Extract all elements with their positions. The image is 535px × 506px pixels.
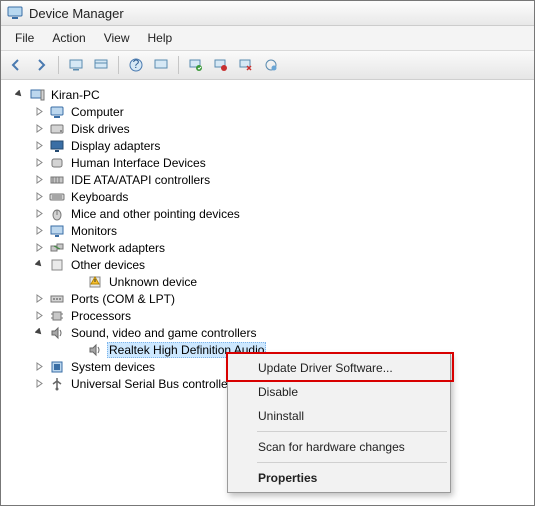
warn-icon — [87, 274, 103, 290]
tree-category[interactable]: Processors — [5, 307, 530, 324]
tree-category[interactable]: Human Interface Devices — [5, 154, 530, 171]
tree-category[interactable]: Mice and other pointing devices — [5, 205, 530, 222]
tree-category[interactable]: Sound, video and game controllers — [5, 324, 530, 341]
tree-category[interactable]: Monitors — [5, 222, 530, 239]
tree-category[interactable]: Ports (COM & LPT) — [5, 290, 530, 307]
collapse-icon[interactable] — [33, 327, 45, 339]
menu-action[interactable]: Action — [44, 28, 93, 48]
tree-category-label: Ports (COM & LPT) — [69, 292, 177, 306]
tree-category[interactable]: Display adapters — [5, 137, 530, 154]
tree-category-label: Processors — [69, 309, 133, 323]
toolbar-separator — [58, 56, 59, 74]
expand-icon[interactable] — [33, 242, 45, 254]
other-icon — [49, 257, 65, 273]
collapse-icon[interactable] — [33, 259, 45, 271]
tree-category[interactable]: Other devices — [5, 256, 530, 273]
tree-category-label: IDE ATA/ATAPI controllers — [69, 173, 212, 187]
menu-separator — [257, 462, 447, 463]
sound-icon — [49, 325, 65, 341]
tree-device[interactable]: Unknown device — [5, 273, 530, 290]
tree-category-label: Keyboards — [69, 190, 130, 204]
expand-icon[interactable] — [33, 293, 45, 305]
tree-category-label: Mice and other pointing devices — [69, 207, 242, 221]
system-icon — [49, 359, 65, 375]
tree-category-label: Other devices — [69, 258, 147, 272]
forward-button[interactable] — [30, 54, 52, 76]
menu-view[interactable]: View — [96, 28, 138, 48]
menu-separator — [257, 431, 447, 432]
toolbar-btn-3[interactable] — [65, 54, 87, 76]
ide-icon — [49, 172, 65, 188]
scan-hardware-button[interactable] — [260, 54, 282, 76]
toolbar: ? — [1, 51, 534, 80]
menubar: File Action View Help — [1, 26, 534, 51]
tree-category-label: Network adapters — [69, 241, 167, 255]
tree-device-label: Unknown device — [107, 275, 199, 289]
tree-category-label: Sound, video and game controllers — [69, 326, 258, 340]
tree-category[interactable]: Keyboards — [5, 188, 530, 205]
tree-root[interactable]: Kiran-PC — [5, 86, 530, 103]
toolbar-btn-6[interactable] — [150, 54, 172, 76]
expand-icon[interactable] — [33, 378, 45, 390]
expand-icon[interactable] — [33, 310, 45, 322]
uninstall-button[interactable] — [235, 54, 257, 76]
context-menu-item[interactable]: Scan for hardware changes — [230, 435, 448, 459]
context-menu-item[interactable]: Uninstall — [230, 404, 448, 428]
network-icon — [49, 240, 65, 256]
toolbar-btn-4[interactable] — [90, 54, 112, 76]
tree-category-label: Disk drives — [69, 122, 132, 136]
monitor-icon — [49, 223, 65, 239]
menu-help[interactable]: Help — [140, 28, 181, 48]
computer-icon — [29, 87, 45, 103]
context-menu-item[interactable]: Disable — [230, 380, 448, 404]
tree-category-label: Human Interface Devices — [69, 156, 208, 170]
mouse-icon — [49, 206, 65, 222]
window-title: Device Manager — [29, 6, 124, 21]
hid-icon — [49, 155, 65, 171]
computer-icon — [49, 104, 65, 120]
toolbar-separator — [118, 56, 119, 74]
context-menu: Update Driver Software...DisableUninstal… — [227, 353, 451, 493]
tree-category-label: System devices — [69, 360, 157, 374]
expand-icon[interactable] — [33, 361, 45, 373]
tree-category-label: Universal Serial Bus controllers — [69, 377, 240, 391]
tree-category-label: Monitors — [69, 224, 119, 238]
sound-icon — [87, 342, 103, 358]
port-icon — [49, 291, 65, 307]
tree-category-label: Display adapters — [69, 139, 162, 153]
context-menu-item[interactable]: Update Driver Software... — [230, 356, 448, 380]
expand-icon[interactable] — [33, 140, 45, 152]
menu-file[interactable]: File — [7, 28, 42, 48]
expand-icon[interactable] — [33, 157, 45, 169]
disable-button[interactable] — [210, 54, 232, 76]
expand-icon[interactable] — [33, 106, 45, 118]
svg-text:?: ? — [133, 58, 140, 71]
context-menu-item[interactable]: Properties — [230, 466, 448, 490]
usb-icon — [49, 376, 65, 392]
titlebar: Device Manager — [1, 1, 534, 26]
back-button[interactable] — [5, 54, 27, 76]
toolbar-separator — [178, 56, 179, 74]
tree-category[interactable]: IDE ATA/ATAPI controllers — [5, 171, 530, 188]
tree-category[interactable]: Disk drives — [5, 120, 530, 137]
help-button[interactable]: ? — [125, 54, 147, 76]
keyboard-icon — [49, 189, 65, 205]
tree-category[interactable]: Network adapters — [5, 239, 530, 256]
tree-category[interactable]: Computer — [5, 103, 530, 120]
expand-icon[interactable] — [33, 191, 45, 203]
expand-icon[interactable] — [33, 225, 45, 237]
tree-category-label: Computer — [69, 105, 126, 119]
update-driver-button[interactable] — [185, 54, 207, 76]
collapse-icon[interactable] — [13, 89, 25, 101]
cpu-icon — [49, 308, 65, 324]
expand-icon[interactable] — [33, 123, 45, 135]
app-icon — [7, 5, 23, 21]
expand-icon[interactable] — [33, 208, 45, 220]
display-icon — [49, 138, 65, 154]
disk-icon — [49, 121, 65, 137]
expand-icon[interactable] — [33, 174, 45, 186]
tree-root-label: Kiran-PC — [49, 88, 102, 102]
